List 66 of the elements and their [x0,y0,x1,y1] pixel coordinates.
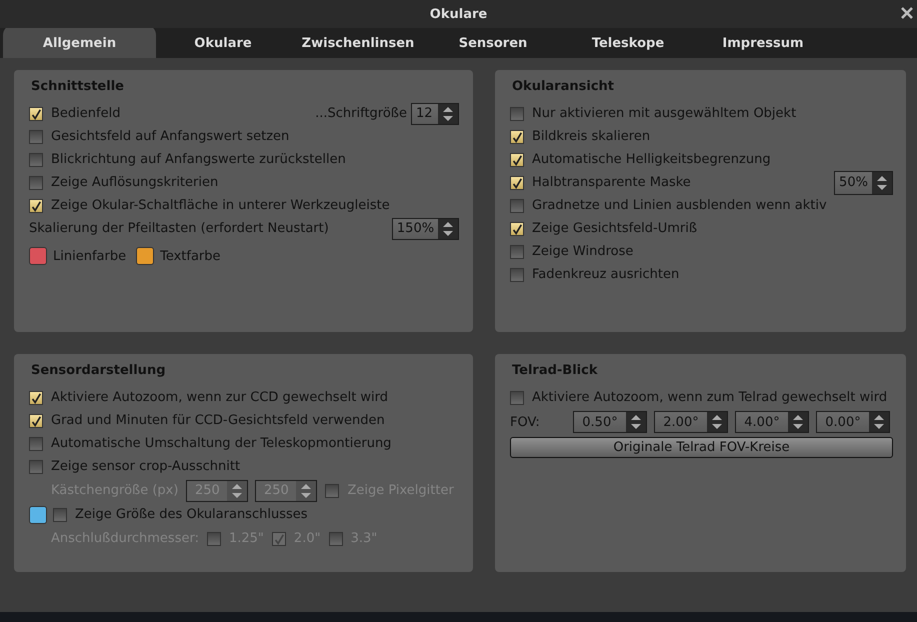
tab[interactable]: Okulare [155,28,291,58]
checkbox-label[interactable]: Fadenkreuz ausrichten [532,267,680,282]
checkbox-label[interactable]: Aktiviere Autozoom, wenn zum Telrad gewechselt wird [532,390,888,405]
checkbox[interactable] [510,106,524,120]
spin-box[interactable]: 12 [411,102,459,124]
color-label: Textfarbe [160,248,221,264]
checkbox-label[interactable]: Automatische Umschaltung der Teleskopmontierung [51,436,392,451]
checkbox-label[interactable]: Blickrichtung auf Anfangswerte zurückstellen [51,152,346,167]
checkbox[interactable] [510,152,524,166]
checkbox[interactable] [510,176,524,190]
checkbox-label[interactable]: Halbtransparente Maske [532,175,691,190]
checkbox[interactable] [53,508,67,522]
checkbox[interactable] [29,198,43,212]
checkbox[interactable] [510,390,524,404]
field-label: FOV: [510,414,541,430]
close-icon[interactable] [901,7,913,19]
tab[interactable]: Allgemein [3,25,156,58]
checkbox[interactable] [510,222,524,236]
checkbox[interactable] [510,244,524,258]
checkbox-label[interactable]: Bildkreis skalieren [532,129,650,144]
checkbox-label[interactable]: Zeige Größe des Okularanschlusses [75,507,308,522]
checkbox-label[interactable]: Zeige Auflösungskriterien [51,175,218,190]
checkbox-label[interactable]: Zeige Gesichtsfeld-Umriß [532,221,698,236]
checkbox[interactable] [29,414,43,428]
tab[interactable]: Sensoren [425,28,561,58]
checkbox[interactable] [29,390,43,404]
checkbox[interactable] [510,268,524,282]
panel-title: Telrad-Blick [512,363,598,378]
checkbox[interactable] [29,460,43,474]
checkbox-label[interactable]: Bedienfeld [51,106,120,121]
panel-title: Schnittstelle [31,79,125,94]
checkbox-label[interactable]: Gesichtsfeld auf Anfangswert setzen [51,129,290,144]
checkbox[interactable] [29,106,43,120]
checkbox-label[interactable]: Zeige sensor crop-Ausschnitt [51,459,240,474]
color-swatch[interactable] [29,247,47,265]
window-title: Okulare [430,6,488,22]
field-label: Skalierung der Pfeiltasten (erfordert Neustart) [29,221,329,236]
checkbox-label[interactable]: Automatische Helligkeitsbegrenzung [532,152,771,167]
checkbox-label[interactable]: Grad und Minuten für CCD-Gesichtsfeld verwenden [51,413,385,428]
tab[interactable]: Teleskope [560,28,696,58]
tab[interactable]: Impressum [695,28,831,58]
checkbox[interactable] [29,130,43,144]
checkbox-label[interactable]: Gradnetze und Linien ausblenden wenn aktiv [532,198,827,213]
checkbox-label[interactable]: Zeige Windrose [532,244,634,259]
spin-box[interactable]: 4.00° [735,411,809,433]
color-swatch[interactable] [136,247,154,265]
checkbox[interactable] [29,152,43,166]
panel-title: Sensordarstellung [31,363,167,378]
spin-box[interactable]: 50% [834,170,893,194]
field-label: ...Schriftgröße [315,106,407,121]
checkbox[interactable] [29,436,43,450]
spin-box[interactable]: 0.00° [816,411,890,433]
checkbox-label[interactable]: Zeige Okular-Schaltfläche in unterer Werkzeugleiste [51,198,390,213]
checkbox[interactable] [29,176,43,190]
color-label: Linienfarbe [53,248,126,264]
checkbox-label[interactable]: Aktiviere Autozoom, wenn zur CCD gewechselt wird [51,390,388,405]
checkbox-label[interactable]: Nur aktivieren mit ausgewähltem Objekt [532,106,796,121]
spin-box[interactable]: 150% [392,218,459,240]
panel-title: Okularansicht [512,79,615,94]
color-swatch[interactable] [29,506,47,524]
checkbox[interactable] [510,198,524,212]
spin-box[interactable]: 2.00° [654,411,728,433]
reset-button[interactable]: Originale Telrad FOV-Kreise [510,437,893,458]
spin-box[interactable]: 0.50° [573,411,647,433]
tab[interactable]: Zwischenlinsen [290,28,426,58]
checkbox[interactable] [510,130,524,144]
